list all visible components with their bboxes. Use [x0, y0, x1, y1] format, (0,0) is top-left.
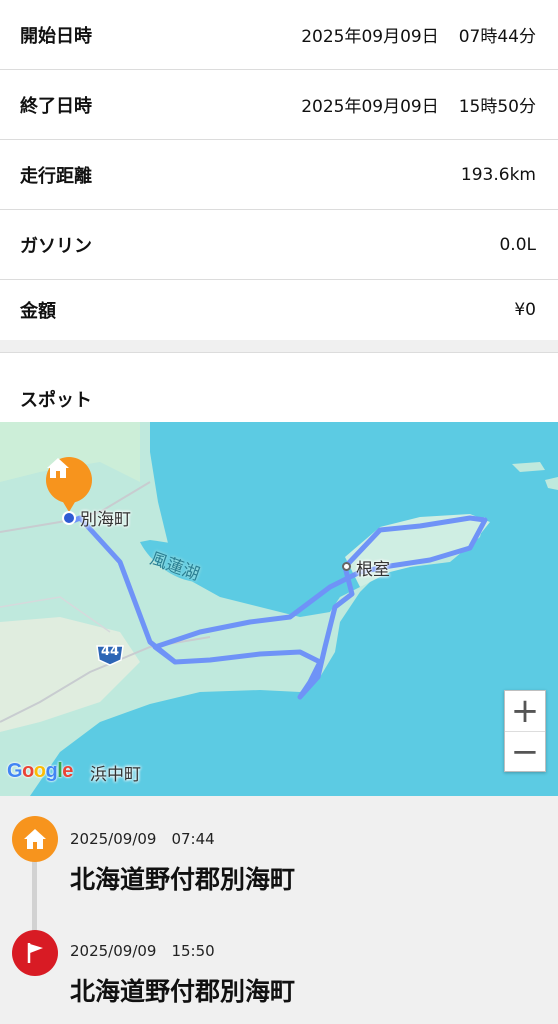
start-town-label: 別海町 — [80, 510, 131, 530]
info-row-end: 終了日時 2025年09月09日 15時50分 — [0, 70, 558, 140]
google-logo: Google — [7, 760, 73, 782]
gasoline-label: ガソリン — [20, 235, 92, 257]
home-marker[interactable] — [46, 457, 92, 512]
city-label: 根室 — [356, 560, 390, 580]
start-label: 開始日時 — [20, 25, 92, 47]
amount-value: ¥0 — [514, 300, 536, 320]
zoom-control: + − — [504, 690, 546, 772]
gasoline-value: 0.0L — [499, 234, 536, 255]
amount-label: 金額 — [20, 301, 56, 322]
distance-label: 走行距離 — [20, 165, 92, 187]
section-divider — [0, 340, 558, 353]
end-label: 終了日時 — [20, 95, 92, 117]
distance-value: 193.6km — [460, 164, 536, 185]
island-land-2 — [545, 477, 558, 490]
info-row-distance: 走行距離 193.6km — [0, 140, 558, 210]
end-spot-place[interactable]: 北海道野付郡別海町 — [70, 972, 295, 1008]
timeline-end-marker — [12, 930, 58, 976]
end-spot-time: 2025/09/09 15:50 — [70, 942, 215, 960]
city-dot — [342, 562, 351, 571]
spot-timeline: 2025/09/09 07:44 北海道野付郡別海町 2025/09/09 15… — [0, 796, 558, 1024]
zoom-out-button[interactable]: − — [505, 731, 545, 771]
spot-section-title: スポット — [20, 390, 92, 411]
zoom-in-button[interactable]: + — [505, 691, 545, 731]
bottom-town-label: 浜中町 — [90, 765, 141, 785]
start-value: 2025年09月09日 07時44分 — [301, 27, 536, 47]
island-land — [512, 462, 545, 472]
start-location-dot — [62, 511, 76, 525]
info-row-start: 開始日時 2025年09月09日 07時44分 — [0, 0, 558, 70]
route-map[interactable]: 別海町 風蓮湖 根室 44 Google 浜中町 + − — [0, 422, 558, 796]
timeline-start-marker — [12, 816, 58, 862]
info-row-amount: 金額 ¥0 — [0, 280, 558, 340]
flag-icon — [27, 943, 43, 963]
home-icon — [47, 458, 69, 478]
home-icon — [24, 829, 46, 849]
start-spot-time: 2025/09/09 07:44 — [70, 830, 215, 848]
start-spot-place[interactable]: 北海道野付郡別海町 — [70, 860, 295, 896]
end-value: 2025年09月09日 15時50分 — [301, 97, 536, 117]
route-number-label: 44 — [101, 644, 120, 659]
info-row-gasoline: ガソリン 0.0L — [0, 210, 558, 280]
